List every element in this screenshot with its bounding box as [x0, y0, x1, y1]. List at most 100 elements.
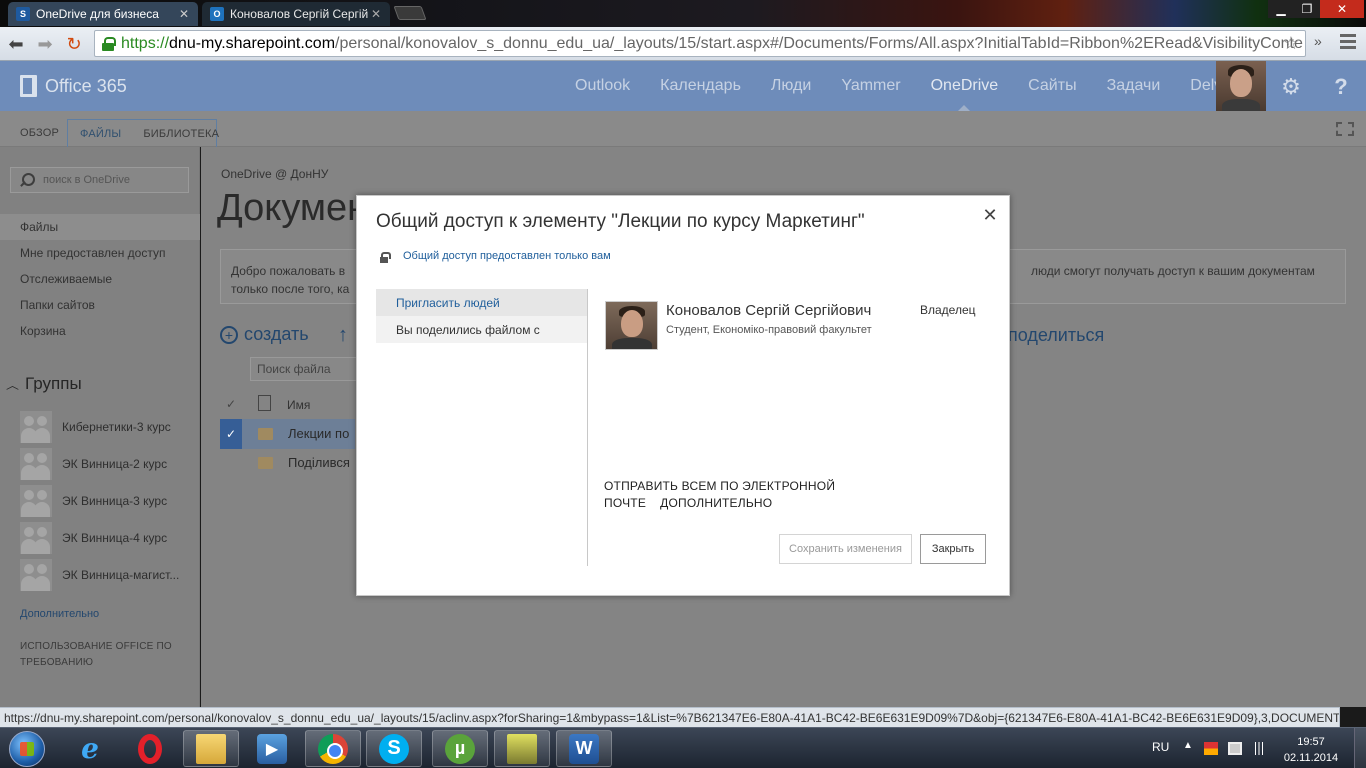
- tray-expand-icon[interactable]: ▲: [1183, 740, 1193, 751]
- group-item[interactable]: ЭК Винница-3 курс: [20, 485, 167, 517]
- window-close-button[interactable]: ✕: [1320, 0, 1364, 18]
- search-input[interactable]: поиск в OneDrive: [10, 167, 189, 193]
- taskbar-ie[interactable]: e: [62, 730, 118, 767]
- advanced-link[interactable]: ДОПОЛНИТЕЛЬНО: [660, 496, 772, 510]
- taskbar-skype[interactable]: S: [366, 730, 422, 767]
- select-all-check-icon[interactable]: ✓: [226, 397, 236, 411]
- taskbar-chrome[interactable]: [305, 730, 361, 767]
- new-tab-button[interactable]: [393, 6, 427, 20]
- dialog-sidebar: Пригласить людей Вы поделились файлом с: [376, 289, 587, 343]
- sidebar-item-files[interactable]: Файлы: [0, 214, 200, 240]
- group-item[interactable]: Кибернетики-3 курс: [20, 411, 171, 443]
- avatar[interactable]: [1216, 61, 1266, 111]
- browser-menu-icon[interactable]: [1340, 34, 1356, 50]
- nav-onedrive[interactable]: OneDrive: [916, 61, 1014, 111]
- system-clock[interactable]: 19:57 02.11.2014: [1280, 734, 1342, 766]
- focus-content-icon[interactable]: [1336, 122, 1354, 136]
- tab-title: OneDrive для бизнеса: [36, 7, 159, 21]
- close-button[interactable]: Закрыть: [920, 534, 986, 564]
- group-item[interactable]: ЭК Винница-4 курс: [20, 522, 167, 554]
- table-row[interactable]: ✓ Лекции по: [220, 419, 355, 449]
- language-indicator[interactable]: RU: [1152, 740, 1169, 754]
- close-tab-icon[interactable]: ✕: [370, 7, 382, 21]
- more-groups-link[interactable]: Дополнительно: [20, 608, 99, 620]
- internet-explorer-icon: e: [81, 732, 99, 765]
- sharing-status-link[interactable]: Общий доступ предоставлен только вам: [403, 250, 611, 262]
- taskbar-explorer[interactable]: [183, 730, 239, 767]
- file-name[interactable]: Поділився з: [288, 455, 353, 470]
- welcome-text-left: Добро пожаловать в только после того, ка: [231, 262, 361, 298]
- taskbar-utorrent[interactable]: µ: [432, 730, 488, 767]
- breadcrumb[interactable]: OneDrive @ ДонНУ: [221, 167, 328, 181]
- reload-icon[interactable]: ↻: [63, 33, 85, 55]
- sidebar-item-recycle-bin[interactable]: Корзина: [0, 318, 200, 344]
- office-icon: [20, 75, 37, 97]
- maximize-button[interactable]: ❐: [1294, 0, 1320, 18]
- browser-tab-onedrive[interactable]: S OneDrive для бизнеса ✕: [8, 2, 198, 26]
- battery-icon[interactable]: [1228, 742, 1242, 755]
- group-label: ЭК Винница-3 курс: [62, 494, 168, 508]
- close-tab-icon[interactable]: ✕: [178, 7, 190, 21]
- back-arrow-icon[interactable]: ⬅: [5, 33, 27, 55]
- browser-tab-profile[interactable]: O Коновалов Сергій Сергій ✕: [202, 2, 390, 26]
- row-check-icon[interactable]: ✓: [220, 419, 242, 449]
- lock-icon: [379, 252, 391, 263]
- column-name[interactable]: Имя: [287, 398, 310, 412]
- nav-outlook[interactable]: Outlook: [560, 61, 645, 111]
- nav-sites[interactable]: Сайты: [1013, 61, 1091, 111]
- tab-library[interactable]: БИБЛИОТЕКА: [143, 128, 219, 140]
- show-desktop-button[interactable]: [1354, 728, 1366, 768]
- group-icon: [20, 522, 52, 554]
- invite-people-tab[interactable]: Пригласить людей: [376, 289, 587, 316]
- search-icon: [19, 173, 35, 187]
- tab-files[interactable]: ФАЙЛЫ БИБЛИОТЕКА: [67, 119, 219, 147]
- start-button[interactable]: [2, 728, 52, 768]
- office365-logo[interactable]: Office 365: [20, 74, 127, 98]
- taskbar-word[interactable]: W: [556, 730, 612, 767]
- taskbar-opera[interactable]: [122, 730, 178, 767]
- group-label: ЭК Винница-магист...: [62, 568, 180, 582]
- office-on-demand-link[interactable]: ИСПОЛЬЗОВАНИЕ OFFICE ПО ТРЕБОВАНИЮ: [20, 639, 180, 671]
- dialog-action-links: ОТПРАВИТЬ ВСЕМ ПО ЭЛЕКТРОННОЙ ПОЧТЕ ДОПО…: [604, 478, 864, 512]
- help-icon[interactable]: ?: [1326, 74, 1356, 100]
- tab-files-label[interactable]: ФАЙЛЫ: [80, 128, 121, 140]
- bookmark-star-icon[interactable]: ☆: [1283, 33, 1299, 54]
- taskbar-media-player[interactable]: ▶: [244, 730, 300, 767]
- groups-header[interactable]: ︿ Группы: [6, 374, 82, 394]
- taskbar-tool[interactable]: [494, 730, 550, 767]
- shared-with-tab[interactable]: Вы поделились файлом с: [376, 316, 587, 343]
- file-search-input[interactable]: Поиск файла: [250, 357, 360, 381]
- minimize-button[interactable]: ▁: [1268, 0, 1294, 18]
- row-check-icon[interactable]: [220, 448, 242, 478]
- nav-people[interactable]: Люди: [756, 61, 826, 111]
- action-center-flag-icon[interactable]: [1204, 742, 1218, 755]
- windows-logo-icon: [9, 730, 45, 767]
- sidebar-item-site-folders[interactable]: Папки сайтов: [0, 292, 200, 318]
- group-item[interactable]: ЭК Винница-магист...: [20, 559, 179, 591]
- person-name[interactable]: Коновалов Сергій Сергійович: [666, 302, 871, 319]
- o365-header: Office 365 Outlook Календарь Люди Yammer…: [0, 61, 1366, 111]
- group-item[interactable]: ЭК Винница-2 курс: [20, 448, 167, 480]
- file-name[interactable]: Лекции по: [288, 426, 353, 441]
- nav-calendar[interactable]: Календарь: [645, 61, 756, 111]
- nav-tasks[interactable]: Задачи: [1092, 61, 1176, 111]
- create-button[interactable]: + создать: [220, 324, 309, 345]
- group-label: ЭК Винница-4 курс: [62, 531, 168, 545]
- browser-toolbar: ⬅ ➡ ↻ https://dnu-my.sharepoint.com/pers…: [0, 27, 1366, 61]
- upload-icon[interactable]: ↑: [338, 324, 348, 347]
- table-row[interactable]: Поділився з: [220, 448, 355, 478]
- nav-yammer[interactable]: Yammer: [826, 61, 915, 111]
- network-signal-icon[interactable]: [1252, 742, 1266, 755]
- gear-icon[interactable]: ⚙: [1276, 74, 1306, 100]
- share-button[interactable]: поделиться: [1008, 325, 1104, 346]
- forward-arrow-icon[interactable]: ➡: [34, 33, 56, 55]
- sidebar-item-followed[interactable]: Отслеживаемые: [0, 266, 200, 292]
- close-icon[interactable]: ✕: [981, 205, 999, 225]
- address-bar[interactable]: https://dnu-my.sharepoint.com/personal/k…: [94, 30, 1306, 57]
- save-changes-button[interactable]: Сохранить изменения: [779, 534, 912, 564]
- sidebar-item-shared-with-me[interactable]: Мне предоставлен доступ: [0, 240, 200, 266]
- group-icon: [20, 448, 52, 480]
- tab-overview[interactable]: ОБЗОР: [20, 119, 59, 147]
- extensions-overflow-icon[interactable]: »: [1314, 33, 1322, 49]
- plus-icon: +: [220, 325, 238, 344]
